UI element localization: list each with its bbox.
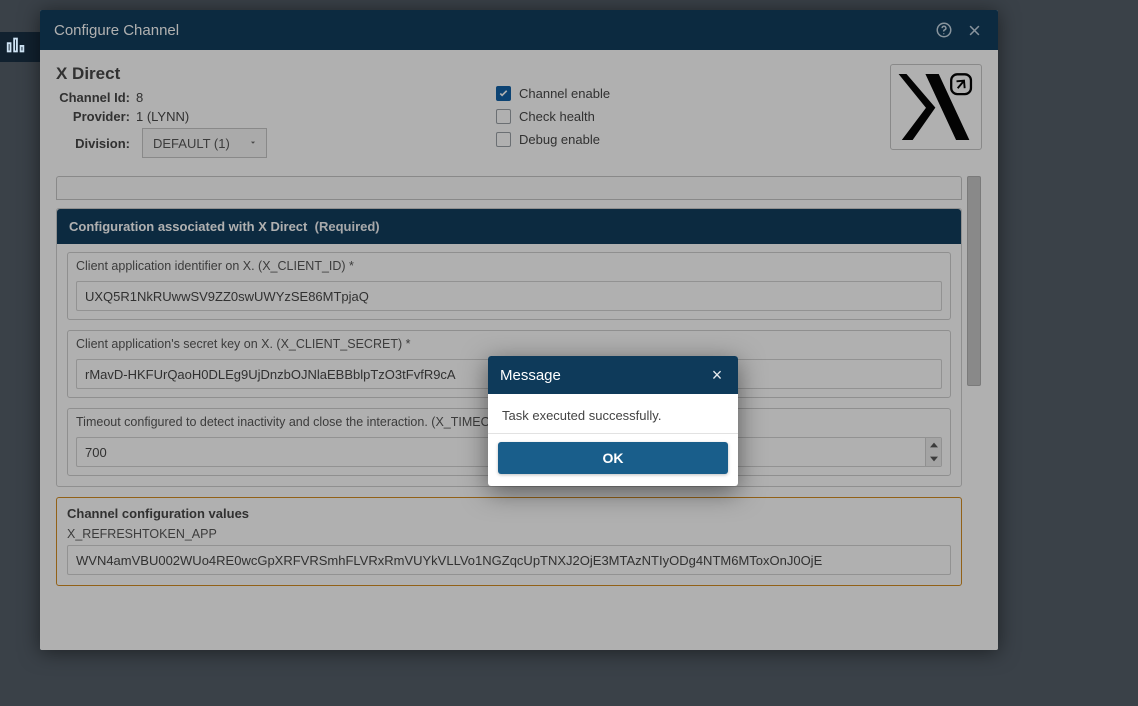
modal-footer: OK	[488, 433, 738, 486]
close-icon[interactable]: ×	[708, 366, 726, 384]
modal-body-text: Task executed successfully.	[488, 394, 738, 433]
background-sidebar-strip	[0, 32, 40, 62]
modal-title: Message	[500, 367, 708, 384]
chart-icon	[0, 34, 27, 61]
modal-header: Message ×	[488, 356, 738, 394]
modal-overlay	[40, 10, 998, 650]
configure-channel-panel: Configure Channel X Direct Channel Id:8 …	[40, 10, 998, 650]
ok-button[interactable]: OK	[498, 442, 728, 474]
message-modal: Message × Task executed successfully. OK	[488, 356, 738, 486]
